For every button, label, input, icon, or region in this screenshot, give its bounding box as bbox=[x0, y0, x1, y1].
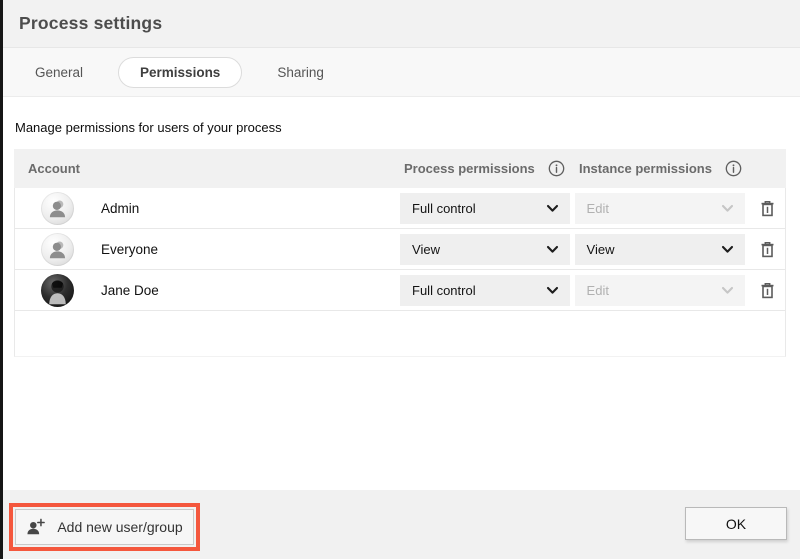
generic-user-avatar-icon bbox=[41, 233, 74, 266]
column-header-process-permissions: Process permissions bbox=[404, 161, 535, 176]
tab-bar: General Permissions Sharing bbox=[0, 48, 800, 97]
ok-button[interactable]: OK bbox=[685, 507, 787, 540]
page-title: Process settings bbox=[19, 13, 162, 34]
add-user-group-button[interactable]: Add new user/group bbox=[15, 509, 194, 545]
column-header-account: Account bbox=[28, 161, 80, 176]
instance-permission-select: Edit bbox=[575, 193, 745, 224]
user-photo-avatar bbox=[41, 274, 74, 307]
chevron-down-icon bbox=[721, 204, 734, 213]
info-icon[interactable] bbox=[725, 160, 742, 177]
permissions-panel: Manage permissions for users of your pro… bbox=[0, 97, 800, 490]
tab-permissions[interactable]: Permissions bbox=[118, 57, 242, 88]
dialog-footer: Add new user/group OK bbox=[0, 490, 800, 559]
delete-row-button[interactable] bbox=[756, 279, 778, 301]
chevron-down-icon bbox=[721, 245, 734, 254]
info-icon[interactable] bbox=[548, 160, 565, 177]
tab-sharing[interactable]: Sharing bbox=[277, 58, 324, 87]
generic-user-avatar-icon bbox=[41, 192, 74, 225]
tab-general[interactable]: General bbox=[35, 58, 83, 87]
select-value: Full control bbox=[412, 201, 476, 216]
annotation-highlight-box: Add new user/group bbox=[9, 503, 200, 551]
instance-permission-select[interactable]: View bbox=[575, 234, 745, 265]
window-left-edge bbox=[0, 0, 3, 559]
process-permission-select[interactable]: View bbox=[400, 234, 570, 265]
account-name: Jane Doe bbox=[101, 283, 159, 298]
table-row-everyone: Everyone View View bbox=[15, 229, 785, 270]
delete-row-button[interactable] bbox=[756, 197, 778, 219]
chevron-down-icon bbox=[721, 286, 734, 295]
account-name: Everyone bbox=[101, 242, 158, 257]
permissions-table: Account Process permissions Instance per… bbox=[14, 149, 786, 357]
dialog-titlebar: Process settings bbox=[0, 0, 800, 48]
process-permission-select[interactable]: Full control bbox=[400, 275, 570, 306]
chevron-down-icon bbox=[546, 204, 559, 213]
add-user-group-label: Add new user/group bbox=[57, 519, 182, 535]
select-value: View bbox=[587, 242, 615, 257]
trash-icon bbox=[760, 282, 775, 299]
instance-permission-select: Edit bbox=[575, 275, 745, 306]
person-plus-icon bbox=[26, 518, 46, 536]
chevron-down-icon bbox=[546, 245, 559, 254]
trash-icon bbox=[760, 241, 775, 258]
select-value: Full control bbox=[412, 283, 476, 298]
chevron-down-icon bbox=[546, 286, 559, 295]
table-row-admin: Admin Full control Edit bbox=[15, 188, 785, 229]
delete-row-button[interactable] bbox=[756, 238, 778, 260]
select-value: Edit bbox=[587, 201, 609, 216]
account-name: Admin bbox=[101, 201, 139, 216]
table-header-row: Account Process permissions Instance per… bbox=[14, 149, 786, 188]
column-header-instance-permissions: Instance permissions bbox=[579, 161, 712, 176]
select-value: Edit bbox=[587, 283, 609, 298]
process-permission-select[interactable]: Full control bbox=[400, 193, 570, 224]
table-row-jane-doe: Jane Doe Full control Edit bbox=[15, 270, 785, 311]
panel-subtitle: Manage permissions for users of your pro… bbox=[14, 120, 786, 135]
select-value: View bbox=[412, 242, 440, 257]
trash-icon bbox=[760, 200, 775, 217]
